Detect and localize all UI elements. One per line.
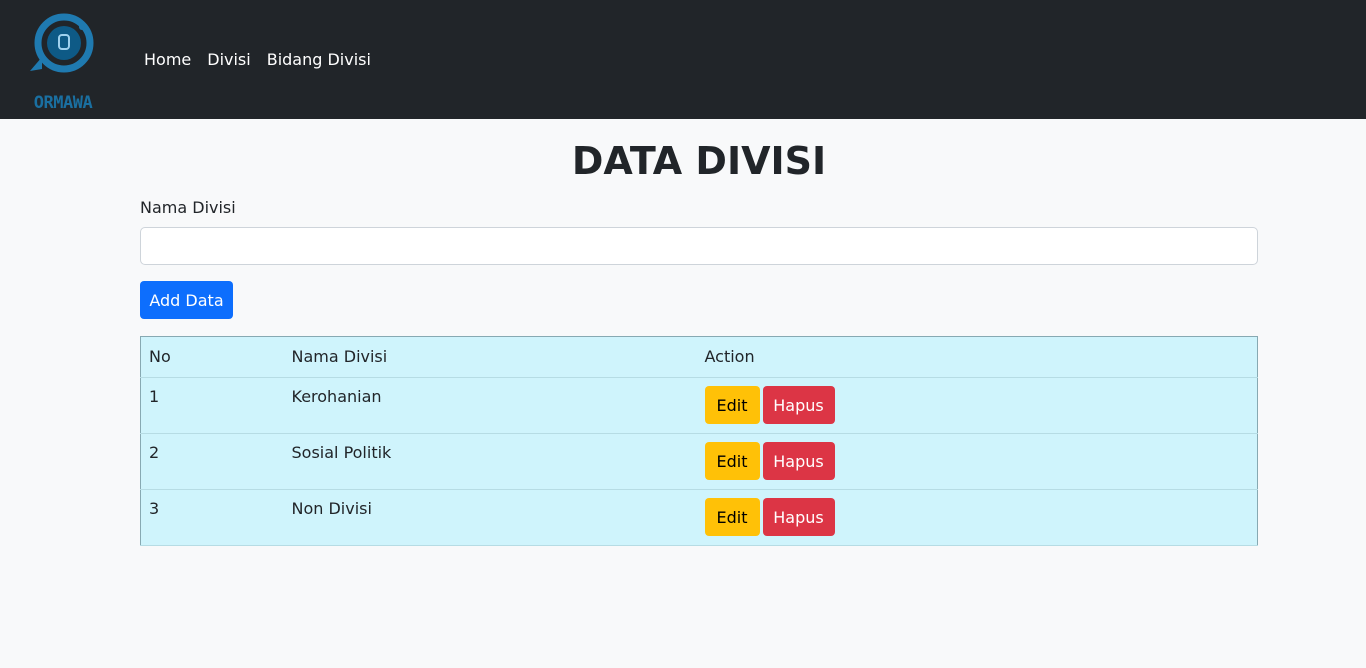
nama-divisi-label: Nama Divisi	[140, 198, 236, 217]
row-no: 3	[140, 489, 284, 546]
table-row: 1 Kerohanian Edit Hapus	[140, 377, 1258, 434]
row-actions: Edit Hapus	[696, 377, 1258, 434]
row-no: 1	[140, 377, 284, 434]
delete-button[interactable]: Hapus	[762, 442, 835, 480]
row-no: 2	[140, 433, 284, 490]
edit-button[interactable]: Edit	[704, 386, 760, 424]
navbar: ORMAWA Home Divisi Bidang Divisi	[0, 0, 1366, 119]
page-title: DATA DIVISI	[571, 139, 827, 183]
delete-button[interactable]: Hapus	[762, 386, 835, 424]
delete-button[interactable]: Hapus	[762, 498, 835, 536]
nama-divisi-input[interactable]	[140, 227, 1258, 265]
nav-home[interactable]: Home	[136, 50, 199, 69]
table-row: 3 Non Divisi Edit Hapus	[140, 489, 1258, 546]
row-actions: Edit Hapus	[696, 433, 1258, 490]
row-nama: Kerohanian	[283, 377, 697, 434]
brand-logo[interactable]: ORMAWA	[22, 13, 104, 113]
main-content: DATA DIVISI Nama Divisi Add Data No Nama…	[140, 119, 1258, 546]
row-nama: Non Divisi	[283, 489, 697, 546]
nav-divisi[interactable]: Divisi	[199, 50, 258, 69]
nav-links: Home Divisi Bidang Divisi	[136, 50, 379, 69]
divisi-table: No Nama Divisi Action 1 Kerohanian Edit H…	[140, 336, 1258, 546]
edit-button[interactable]: Edit	[704, 442, 760, 480]
table-header-row: No Nama Divisi Action	[140, 336, 1258, 378]
brand-name: ORMAWA	[33, 92, 93, 113]
header-no: No	[140, 336, 284, 378]
header-action: Action	[696, 336, 1258, 378]
header-nama-divisi: Nama Divisi	[283, 336, 697, 378]
nav-bidang-divisi[interactable]: Bidang Divisi	[259, 50, 379, 69]
row-actions: Edit Hapus	[696, 489, 1258, 546]
add-data-button[interactable]: Add Data	[140, 281, 233, 319]
table-row: 2 Sosial Politik Edit Hapus	[140, 433, 1258, 490]
row-nama: Sosial Politik	[283, 433, 697, 490]
logo-icon	[30, 13, 94, 72]
edit-button[interactable]: Edit	[704, 498, 760, 536]
